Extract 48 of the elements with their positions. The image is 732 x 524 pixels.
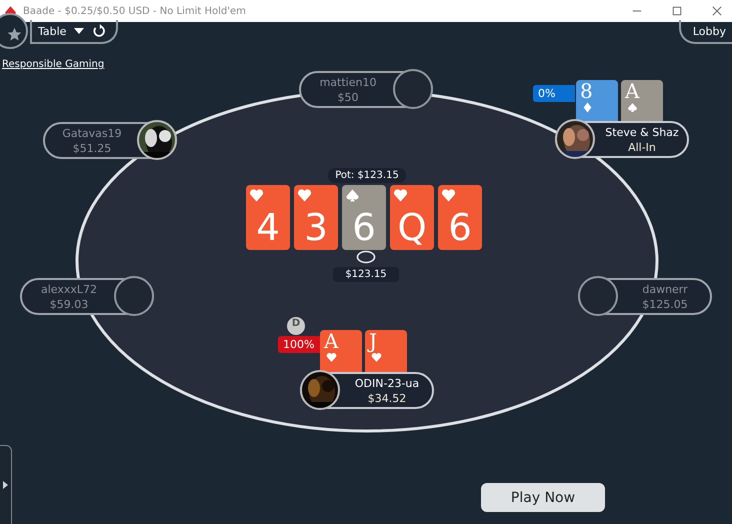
heart-icon <box>326 352 337 363</box>
player-stack: $51.25 <box>72 140 112 156</box>
play-arrow-icon <box>2 481 8 489</box>
pot-label: Pot: $123.15 <box>328 168 406 183</box>
board-card: 4 <box>246 185 290 250</box>
board-card: 3 <box>294 185 338 250</box>
play-now-button[interactable]: Play Now <box>481 483 605 512</box>
maximize-icon[interactable] <box>672 6 682 16</box>
spade-icon <box>627 102 638 113</box>
player-stack: $34.52 <box>368 390 406 406</box>
equity-badge: 100% <box>278 336 320 353</box>
close-icon[interactable] <box>712 6 722 16</box>
equity-badge: 0% <box>533 85 575 102</box>
heart-icon <box>249 188 264 203</box>
heart-icon <box>441 188 456 203</box>
player-name: ODIN-23-ua <box>354 376 420 390</box>
player-stack: $125.05 <box>642 296 688 312</box>
player-name: alexxxL72 <box>40 282 98 296</box>
heart-icon <box>297 188 312 203</box>
favorite-button[interactable] <box>0 13 28 49</box>
pot-amount: $123.15 <box>333 267 399 282</box>
star-icon <box>6 26 22 42</box>
player-name: Steve & Shaz <box>605 124 679 140</box>
hole-card: A <box>621 80 663 124</box>
player-name: Gatavas19 <box>62 126 122 140</box>
hole-card: 8 <box>576 80 618 124</box>
side-panel-tab[interactable] <box>0 445 12 524</box>
spade-icon <box>345 188 360 203</box>
diamond-icon <box>582 102 593 113</box>
player-stack: $50 <box>338 90 358 104</box>
hole-card: A <box>320 330 362 374</box>
hole-card: J <box>365 330 407 374</box>
refresh-icon[interactable] <box>92 24 106 38</box>
heart-icon <box>393 188 408 203</box>
lobby-button[interactable]: Lobby <box>678 20 732 44</box>
responsible-gaming-link[interactable]: Responsible Gaming <box>2 59 104 70</box>
board-card: 6 <box>342 185 386 250</box>
window-title: Baade - $0.25/$0.50 USD - No Limit Hold'em <box>23 6 246 16</box>
player-stack: All-In <box>628 140 656 154</box>
table-menu[interactable]: Table <box>30 20 118 44</box>
player-name: dawnerr <box>642 282 688 296</box>
board-card: 6 <box>438 185 482 250</box>
chip-icon <box>356 250 376 264</box>
caret-icon <box>74 28 84 34</box>
player-stack: $59.03 <box>50 296 88 312</box>
board-card: Q <box>390 185 434 250</box>
heart-icon <box>371 352 382 363</box>
player-name: mattien10 <box>320 74 376 90</box>
